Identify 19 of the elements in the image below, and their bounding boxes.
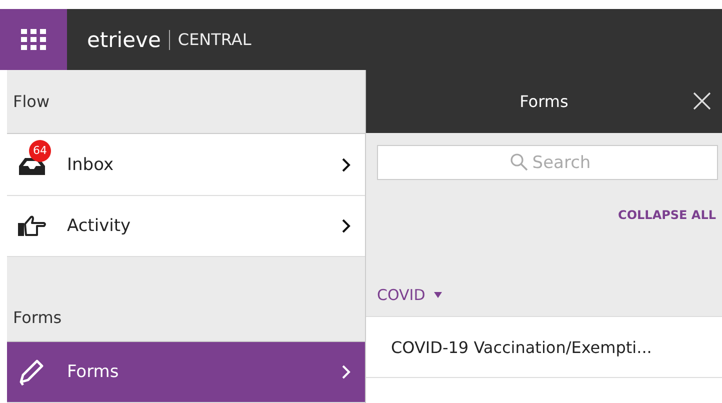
panel-title: Forms — [520, 92, 568, 111]
chevron-right-icon — [341, 156, 351, 173]
logo: etrieve — [87, 28, 161, 52]
collapse-all-link[interactable]: COLLAPSE ALL — [618, 208, 716, 222]
sidebar-item[interactable]: Forms — [7, 342, 365, 403]
hand-pointing-icon — [17, 215, 47, 238]
product-name: CENTRAL — [178, 30, 252, 49]
app-launcher-button[interactable] — [0, 9, 67, 70]
close-icon[interactable] — [692, 91, 712, 111]
sidebar-item[interactable]: 64 Inbox — [7, 134, 365, 196]
sidebar-item[interactable]: Activity — [7, 196, 365, 258]
count-badge: 64 — [29, 140, 51, 162]
form-item[interactable]: COVID-19 Vaccination/Exempti... — [366, 317, 722, 378]
chevron-right-icon — [341, 218, 351, 234]
caret-icon — [433, 291, 444, 299]
search-icon — [510, 153, 528, 171]
chevron-right-icon — [341, 364, 351, 380]
grid-icon — [20, 28, 46, 50]
search-field[interactable]: Search — [377, 145, 718, 180]
